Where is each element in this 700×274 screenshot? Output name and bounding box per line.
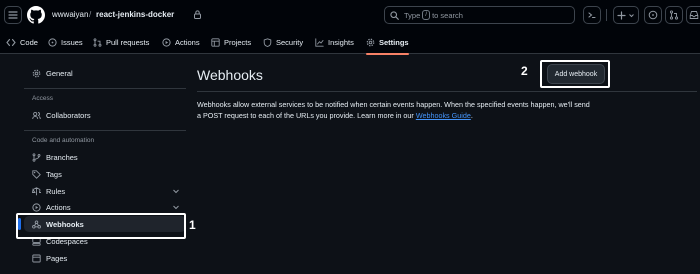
play-icon bbox=[162, 37, 171, 47]
issue-icon bbox=[48, 37, 57, 47]
tab-security-label: Security bbox=[276, 37, 304, 47]
search-placeholder-prefix: Type bbox=[404, 10, 421, 20]
pull-request-icon bbox=[93, 37, 102, 47]
tag-icon bbox=[32, 169, 41, 179]
breadcrumb-separator: / bbox=[89, 10, 92, 19]
top-bar: wwwaiyan / react-jenkins-docker Type / t… bbox=[0, 0, 700, 30]
repo-name-link[interactable]: react-jenkins-docker bbox=[96, 9, 174, 21]
sidebar-item-label: Branches bbox=[46, 152, 78, 162]
inbox-icon bbox=[689, 11, 698, 19]
repo-nav-tabs: Code Issues Pull requests Actions Projec… bbox=[0, 30, 700, 55]
tab-insights-label: Insights bbox=[328, 37, 354, 47]
chevron-down-icon bbox=[173, 205, 179, 210]
sidebar-item-pages[interactable]: Pages bbox=[24, 250, 186, 266]
search-placeholder-suffix: to search bbox=[432, 10, 463, 20]
plus-icon bbox=[617, 10, 626, 20]
menu-button[interactable] bbox=[4, 6, 22, 24]
tab-actions[interactable]: Actions bbox=[162, 30, 200, 54]
git-branch-icon bbox=[32, 152, 41, 162]
sidebar-item-general[interactable]: General bbox=[24, 65, 186, 81]
tab-issues[interactable]: Issues bbox=[48, 30, 83, 54]
tab-pull-requests[interactable]: Pull requests bbox=[93, 30, 149, 54]
git-pull-request-icon bbox=[669, 10, 679, 20]
webhooks-description: Webhooks allow external services to be n… bbox=[197, 99, 697, 121]
sidebar-item-branches[interactable]: Branches bbox=[24, 149, 186, 165]
rules-icon bbox=[32, 186, 41, 195]
title-divider bbox=[197, 91, 697, 92]
highlight-box-add-webhook bbox=[540, 60, 610, 88]
sidebar-heading-access: Access bbox=[32, 95, 53, 102]
annotation-marker-1: 1 bbox=[189, 218, 196, 232]
tab-settings[interactable]: Settings bbox=[366, 30, 409, 55]
chevron-down-icon bbox=[629, 13, 634, 17]
description-period: . bbox=[470, 111, 473, 120]
tab-security[interactable]: Security bbox=[263, 30, 303, 54]
app-header: wwwaiyan / react-jenkins-docker Type / t… bbox=[0, 0, 700, 55]
description-line-1: Webhooks allow external services to be n… bbox=[197, 100, 590, 109]
sidebar-item-label: Pages bbox=[46, 253, 68, 263]
terminal-icon bbox=[588, 12, 596, 19]
pull-requests-button[interactable] bbox=[665, 6, 683, 24]
sidebar-item-label: General bbox=[46, 68, 73, 78]
gear-icon bbox=[366, 38, 375, 46]
sidebar-divider bbox=[24, 88, 186, 89]
tab-projects[interactable]: Projects bbox=[211, 30, 251, 54]
tab-actions-label: Actions bbox=[175, 37, 200, 47]
search-input[interactable]: Type / to search bbox=[384, 6, 575, 24]
header-divider bbox=[606, 9, 607, 21]
description-line-2: a POST request to each of the URLs you p… bbox=[197, 110, 697, 121]
issues-button[interactable] bbox=[644, 6, 662, 24]
command-palette-button[interactable] bbox=[583, 6, 601, 24]
graph-icon bbox=[315, 37, 324, 47]
tab-issues-label: Issues bbox=[61, 37, 83, 47]
search-icon bbox=[390, 10, 399, 20]
annotation-marker-2: 2 bbox=[521, 64, 528, 78]
tab-code-label: Code bbox=[20, 37, 38, 47]
table-icon bbox=[211, 37, 220, 47]
issue-opened-icon bbox=[648, 10, 658, 20]
people-icon bbox=[32, 111, 41, 119]
tab-insights[interactable]: Insights bbox=[315, 30, 354, 54]
sidebar-heading-code-automation: Code and automation bbox=[32, 137, 95, 144]
gear-icon bbox=[32, 69, 41, 77]
lock-icon bbox=[194, 10, 201, 19]
sidebar-item-label: Actions bbox=[46, 202, 71, 212]
webhooks-guide-link[interactable]: Webhooks Guide bbox=[416, 111, 471, 120]
chevron-down-icon bbox=[173, 189, 179, 194]
hamburger-icon bbox=[8, 11, 18, 19]
tab-code[interactable]: Code bbox=[6, 30, 38, 54]
tab-pull-requests-label: Pull requests bbox=[106, 37, 150, 47]
sidebar-item-label: Rules bbox=[46, 186, 66, 196]
page-title: Webhooks bbox=[197, 67, 263, 83]
browser-icon bbox=[32, 254, 41, 262]
sidebar-item-label: Tags bbox=[46, 169, 62, 179]
play-icon bbox=[32, 202, 41, 212]
create-new-button[interactable] bbox=[613, 6, 639, 24]
shield-icon bbox=[263, 37, 272, 47]
highlight-box-webhooks bbox=[16, 213, 186, 239]
tab-settings-label: Settings bbox=[379, 37, 409, 47]
search-shortcut-key: / bbox=[422, 10, 431, 20]
code-icon bbox=[6, 38, 16, 46]
repo-owner-link[interactable]: wwwaiyan bbox=[52, 9, 88, 21]
inbox-button[interactable] bbox=[686, 6, 700, 24]
description-text: a POST request to each of the URLs you p… bbox=[197, 111, 414, 120]
sidebar-divider bbox=[24, 130, 186, 131]
sidebar-item-collaborators[interactable]: Collaborators bbox=[24, 107, 186, 123]
tab-projects-label: Projects bbox=[224, 37, 252, 47]
sidebar-item-rules[interactable]: Rules bbox=[24, 183, 186, 199]
sidebar-item-label: Collaborators bbox=[46, 110, 91, 120]
sidebar-item-tags[interactable]: Tags bbox=[24, 166, 186, 182]
github-logo-icon[interactable] bbox=[27, 6, 45, 24]
